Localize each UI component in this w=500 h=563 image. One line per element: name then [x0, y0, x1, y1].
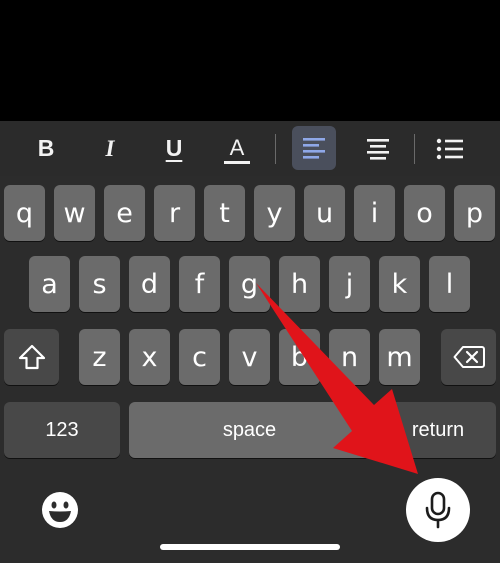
key-q[interactable]: q: [4, 185, 45, 241]
toolbar-divider: [275, 134, 276, 164]
key-k[interactable]: k: [379, 256, 420, 312]
key-z[interactable]: z: [79, 329, 120, 385]
bold-button[interactable]: B: [26, 121, 66, 176]
key-label: w: [63, 197, 86, 229]
key-m[interactable]: m: [379, 329, 420, 385]
key-l[interactable]: l: [429, 256, 470, 312]
key-o[interactable]: o: [404, 185, 445, 241]
key-e[interactable]: e: [104, 185, 145, 241]
dictation-button[interactable]: [406, 478, 470, 542]
italic-button[interactable]: I: [90, 121, 130, 176]
align-left-button[interactable]: [292, 126, 336, 170]
text-color-label: A: [229, 135, 245, 160]
bold-label: B: [37, 135, 55, 161]
key-label: o: [416, 197, 433, 229]
key-label: b: [290, 341, 309, 373]
backspace-icon: [453, 346, 485, 368]
italic-label: I: [105, 135, 115, 161]
key-b[interactable]: b: [279, 329, 320, 385]
text-color-button[interactable]: A: [217, 121, 257, 176]
key-label: f: [194, 268, 205, 300]
key-r[interactable]: r: [154, 185, 195, 241]
key-label: r: [168, 197, 181, 229]
home-indicator[interactable]: [160, 544, 340, 550]
align-center-button[interactable]: [356, 121, 400, 176]
microphone-icon: [425, 491, 451, 529]
key-h[interactable]: h: [279, 256, 320, 312]
return-key[interactable]: return: [380, 402, 496, 458]
key-label: i: [370, 197, 379, 229]
key-label: x: [141, 341, 158, 373]
key-label: a: [41, 268, 58, 300]
key-v[interactable]: v: [229, 329, 270, 385]
key-label: h: [290, 268, 309, 300]
key-label: c: [192, 341, 207, 373]
key-i[interactable]: i: [354, 185, 395, 241]
key-label: v: [241, 341, 258, 373]
formatting-toolbar: B I U A: [0, 121, 500, 176]
underline-label: U: [165, 135, 183, 161]
key-label: s: [92, 268, 107, 300]
key-j[interactable]: j: [329, 256, 370, 312]
emoji-icon: [42, 492, 78, 528]
key-w[interactable]: w: [54, 185, 95, 241]
key-label: d: [140, 268, 159, 300]
return-key-label: return: [411, 418, 465, 441]
bullet-list-button[interactable]: [428, 121, 472, 176]
key-label: u: [315, 197, 334, 229]
key-label: l: [445, 268, 454, 300]
key-label: n: [340, 341, 359, 373]
numbers-key-label: 123: [45, 418, 79, 441]
key-label: p: [465, 197, 484, 229]
key-label: k: [391, 268, 408, 300]
underline-button[interactable]: U: [154, 121, 194, 176]
key-a[interactable]: a: [29, 256, 70, 312]
app-content-area: [0, 0, 500, 121]
shift-key[interactable]: [4, 329, 59, 385]
toolbar-divider: [414, 134, 415, 164]
key-y[interactable]: y: [254, 185, 295, 241]
bullet-list-icon: [436, 138, 463, 159]
key-label: g: [240, 268, 259, 300]
key-c[interactable]: c: [179, 329, 220, 385]
key-x[interactable]: x: [129, 329, 170, 385]
text-color-swatch: [224, 161, 250, 164]
key-label: y: [266, 197, 283, 229]
key-label: t: [219, 197, 230, 229]
space-key-label: space: [222, 418, 277, 441]
key-label: m: [386, 341, 413, 373]
shift-icon: [18, 344, 45, 370]
key-s[interactable]: s: [79, 256, 120, 312]
backspace-key[interactable]: [441, 329, 496, 385]
key-label: j: [345, 268, 354, 300]
numbers-key[interactable]: 123: [4, 402, 120, 458]
key-label: e: [116, 197, 133, 229]
key-n[interactable]: n: [329, 329, 370, 385]
key-label: q: [15, 197, 34, 229]
key-d[interactable]: d: [129, 256, 170, 312]
key-t[interactable]: t: [204, 185, 245, 241]
align-center-icon: [367, 138, 389, 160]
key-label: z: [92, 341, 107, 373]
key-p[interactable]: p: [454, 185, 495, 241]
emoji-button[interactable]: [40, 490, 80, 530]
space-key[interactable]: space: [129, 402, 370, 458]
align-left-icon: [303, 138, 325, 159]
key-f[interactable]: f: [179, 256, 220, 312]
key-g[interactable]: g: [229, 256, 270, 312]
key-u[interactable]: u: [304, 185, 345, 241]
